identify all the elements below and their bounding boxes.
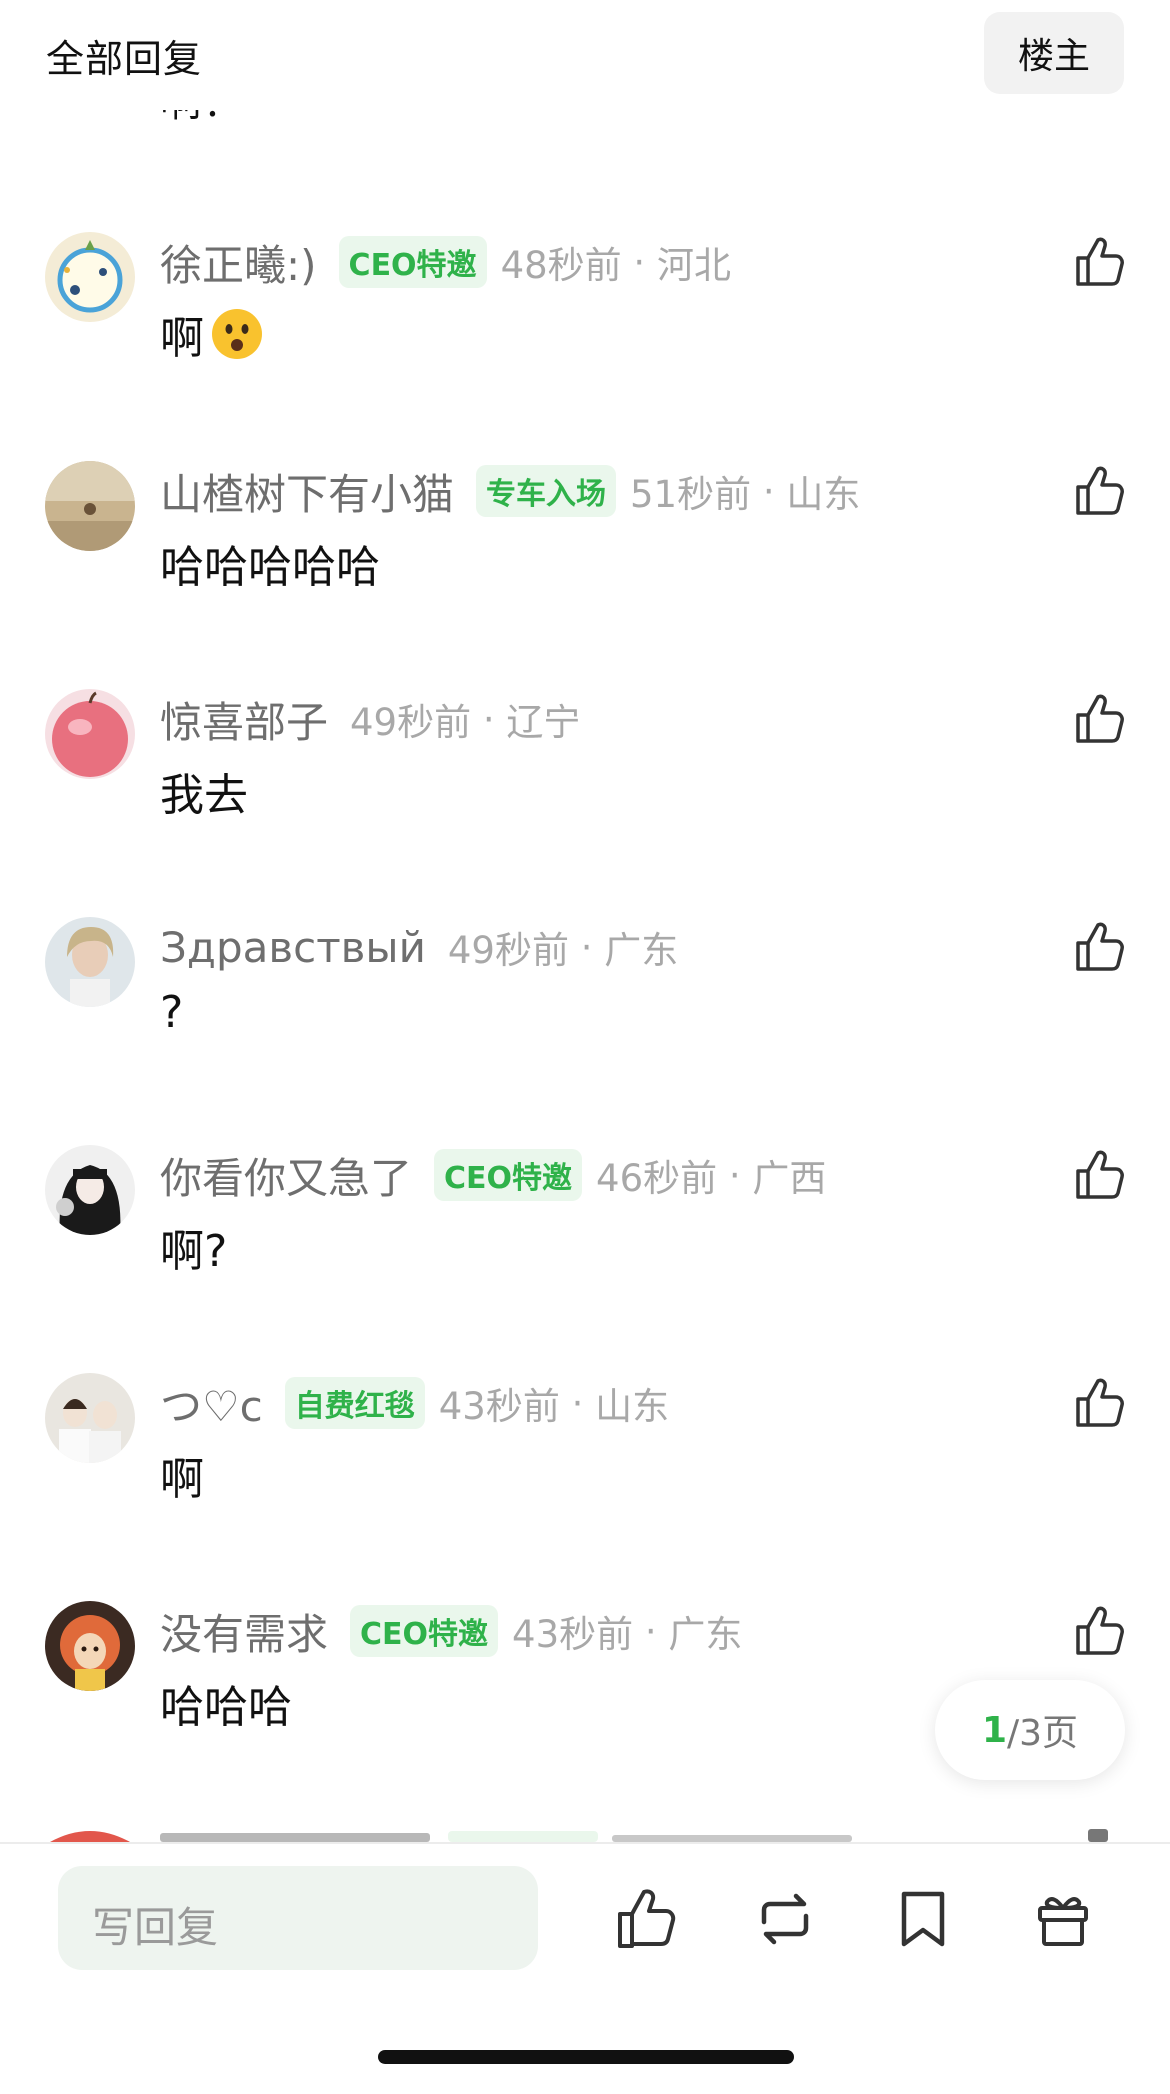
comment-item[interactable]: つ♡ᴄ 自费红毯 43秒前 · 山东 啊 — [0, 1373, 1170, 1573]
frowning-face-emoji-icon — [212, 309, 262, 359]
comment-time: 46秒前 — [596, 1157, 718, 1200]
like-icon[interactable] — [1070, 1145, 1130, 1205]
comment-location: 河北 — [656, 244, 731, 287]
current-page: 1 — [981, 1709, 1007, 1751]
username[interactable]: 没有需求 — [160, 1601, 328, 1662]
user-badge: 自费红毯 — [284, 1377, 425, 1429]
comment-time: 48秒前 — [500, 244, 622, 287]
comment-time: 51秒前 — [630, 473, 752, 516]
comment-meta: 徐正曦:) CEO特邀 48秒前 · 河北 — [160, 232, 731, 292]
comment-text: 啊? — [160, 1226, 228, 1277]
bookmark-icon[interactable] — [888, 1884, 958, 1954]
username[interactable]: Здравствый — [160, 923, 426, 972]
like-icon[interactable] — [1070, 1373, 1130, 1433]
user-badge: 专车入场 — [476, 465, 617, 517]
comment-time: 49秒前 — [350, 701, 472, 744]
page-title: 全部回复 — [46, 37, 203, 81]
home-indicator[interactable] — [378, 2050, 794, 2064]
meta-separator: · — [621, 240, 657, 284]
like-icon[interactable] — [1070, 461, 1130, 521]
username[interactable]: 山楂树下有小猫 — [160, 461, 454, 522]
total-pages: /3页 — [1007, 1713, 1079, 1754]
comment-text: ? — [160, 987, 184, 1038]
partial-comment-item — [0, 1825, 1170, 1842]
comment-text: 啊 — [160, 1454, 204, 1505]
reply-input[interactable]: 写回复 — [58, 1866, 538, 1970]
comment-text: 哈哈哈 — [160, 1682, 292, 1733]
comment-item[interactable]: Здравствый 49秒前 · 广东 ? — [0, 917, 1170, 1117]
user-badge: CEO特邀 — [434, 1149, 583, 1201]
username[interactable]: つ♡ᴄ — [160, 1373, 263, 1434]
meta-separator: · — [471, 697, 507, 741]
comment-location: 山东 — [595, 1385, 670, 1428]
reply-placeholder: 写回复 — [92, 1903, 219, 1952]
like-icon[interactable] — [1070, 917, 1130, 977]
gift-icon[interactable] — [1028, 1884, 1098, 1954]
username[interactable]: 徐正曦:) — [160, 232, 317, 293]
comment-text-content: 啊 — [160, 313, 204, 364]
avatar[interactable] — [45, 689, 135, 779]
comment-list: 啊！ 徐正曦:) CEO特邀 48秒前 · 河北 啊 — [0, 0, 1170, 1842]
like-icon[interactable] — [1070, 689, 1130, 749]
meta-separator: · — [717, 1153, 753, 1197]
comment-item[interactable]: 山楂树下有小猫 专车入场 51秒前 · 山东 哈哈哈哈哈 — [0, 461, 1170, 661]
comment-time: 49秒前 — [447, 929, 569, 972]
meta-separator: · — [559, 1381, 596, 1425]
comment-text: 哈哈哈哈哈 — [160, 542, 380, 593]
user-badge: CEO特邀 — [350, 1605, 499, 1657]
comment-meta: Здравствый 49秒前 · 广东 — [160, 917, 678, 977]
op-filter-button[interactable]: 楼主 — [984, 12, 1124, 94]
user-badge: CEO特邀 — [338, 236, 487, 288]
page-indicator[interactable]: 1 /3页 — [935, 1680, 1125, 1780]
comment-time: 43秒前 — [438, 1385, 560, 1428]
comment-meta: 你看你又急了 CEO特邀 46秒前 · 广西 — [160, 1145, 826, 1205]
avatar[interactable] — [45, 461, 135, 551]
avatar[interactable] — [45, 1145, 135, 1235]
comment-item[interactable]: 徐正曦:) CEO特邀 48秒前 · 河北 啊 — [0, 232, 1170, 432]
meta-separator: · — [751, 469, 787, 513]
partial-comment-fragment — [50, 1829, 1108, 1842]
like-icon[interactable] — [1070, 232, 1130, 292]
header: 全部回复 楼主 — [0, 0, 1170, 110]
avatar[interactable] — [45, 917, 135, 1007]
avatar[interactable] — [45, 232, 135, 322]
comment-meta: つ♡ᴄ 自费红毯 43秒前 · 山东 — [160, 1373, 669, 1433]
meta-separator: · — [633, 1609, 669, 1653]
comment-location: 广东 — [668, 1613, 743, 1656]
like-icon[interactable] — [1070, 1601, 1130, 1661]
avatar[interactable] — [45, 1373, 135, 1463]
comment-location: 广东 — [604, 929, 679, 972]
comment-text: 啊 — [160, 302, 264, 366]
repost-icon[interactable] — [750, 1884, 820, 1954]
comment-location: 辽宁 — [506, 701, 581, 744]
meta-separator: · — [568, 925, 605, 969]
comment-text: 我去 — [160, 770, 248, 821]
username[interactable]: 惊喜部子 — [160, 689, 328, 750]
comment-meta: 没有需求 CEO特邀 43秒前 · 广东 — [160, 1601, 742, 1661]
comment-item[interactable]: 惊喜部子 49秒前 · 辽宁 我去 — [0, 689, 1170, 889]
username[interactable]: 你看你又急了 — [160, 1145, 412, 1206]
comment-item[interactable]: 你看你又急了 CEO特邀 46秒前 · 广西 啊? — [0, 1145, 1170, 1345]
comment-time: 43秒前 — [512, 1613, 634, 1656]
comment-meta: 惊喜部子 49秒前 · 辽宁 — [160, 689, 580, 749]
like-icon[interactable] — [612, 1884, 682, 1954]
avatar[interactable] — [45, 1601, 135, 1691]
comment-location: 广西 — [752, 1157, 827, 1200]
comment-location: 山东 — [786, 473, 861, 516]
comment-meta: 山楂树下有小猫 专车入场 51秒前 · 山东 — [160, 461, 860, 521]
